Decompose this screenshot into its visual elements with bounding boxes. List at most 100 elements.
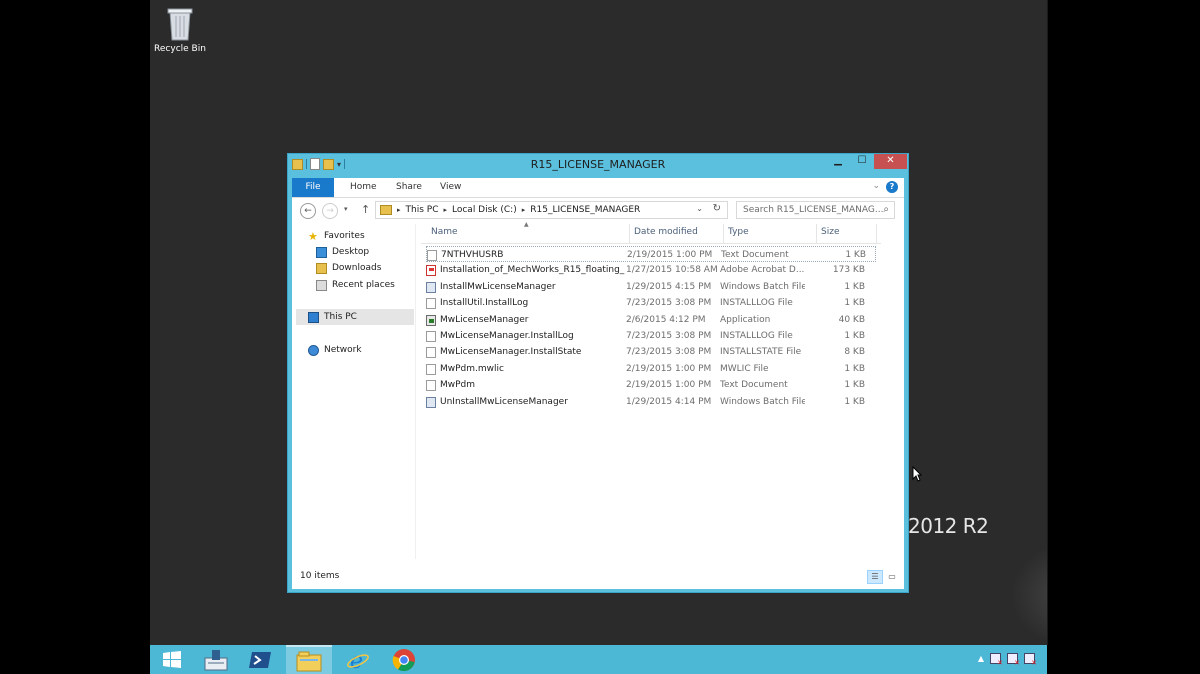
file-row[interactable]: MwLicenseManager.InstallState 7/23/2015 3… xyxy=(426,344,876,360)
taskbar-chrome[interactable] xyxy=(382,645,426,674)
file-type: Text Document xyxy=(720,380,788,391)
status-bar: 10 items ☰ ▭ xyxy=(292,564,904,589)
refresh-icon[interactable]: ↻ xyxy=(713,203,721,214)
nav-network[interactable]: Network xyxy=(308,342,362,358)
file-size: 8 KB xyxy=(844,347,865,358)
breadcrumb-local-disk[interactable]: Local Disk (C:) xyxy=(452,205,517,215)
explorer-content: ← → ▾ ↑ ▸ This PC ▸ Local Disk (C:) ▸ R1… xyxy=(292,198,904,589)
file-type: INSTALLLOG File xyxy=(720,331,793,341)
taskbar-server-manager[interactable] xyxy=(194,645,238,674)
os-edition-watermark: 2012 R2 xyxy=(908,514,989,538)
file-size: 1 KB xyxy=(844,331,865,341)
file-row[interactable]: MwPdm 2/19/2015 1:00 PM Text Document 1 KB xyxy=(426,377,876,393)
column-divider[interactable] xyxy=(723,224,724,244)
powershell-icon xyxy=(249,651,271,668)
file-type: INSTALLLOG File xyxy=(720,298,793,309)
back-button[interactable]: ← xyxy=(300,203,316,219)
file-name: MwLicenseManager xyxy=(440,314,529,325)
file-type: Windows Batch File xyxy=(720,396,805,407)
taskbar-file-explorer[interactable] xyxy=(286,645,332,674)
breadcrumb-separator[interactable]: ▸ xyxy=(443,206,447,214)
up-button[interactable]: ↑ xyxy=(361,203,370,216)
expand-ribbon-icon[interactable]: ⌄ xyxy=(872,181,880,191)
volume-icon[interactable] xyxy=(1024,653,1037,667)
tab-home[interactable]: Home xyxy=(340,178,387,197)
action-center-icon[interactable] xyxy=(990,653,1003,667)
column-type[interactable]: Type xyxy=(728,227,749,237)
file-size: 1 KB xyxy=(844,281,865,292)
address-bar[interactable]: ▸ This PC ▸ Local Disk (C:) ▸ R15_LICENS… xyxy=(375,201,728,219)
start-button[interactable] xyxy=(150,645,194,674)
nav-downloads[interactable]: Downloads xyxy=(316,260,381,276)
minimize-button[interactable]: ▁ xyxy=(826,154,850,169)
column-size[interactable]: Size xyxy=(821,227,839,237)
file-size: 173 KB xyxy=(832,265,865,276)
file-row[interactable]: MwPdm.mwlic 2/19/2015 1:00 PM MWLIC File 1 … xyxy=(426,361,876,377)
tab-share[interactable]: Share xyxy=(386,178,432,197)
breadcrumb-separator[interactable]: ▸ xyxy=(397,206,401,214)
breadcrumb-current-folder[interactable]: R15_LICENSE_MANAGER xyxy=(530,205,640,215)
text-file-icon xyxy=(426,380,436,392)
show-hidden-icons-button[interactable]: ▲ xyxy=(978,654,984,663)
address-dropdown-icon[interactable]: ⌄ xyxy=(696,204,703,213)
breadcrumb-separator[interactable]: ▸ xyxy=(522,206,526,214)
bat-file-icon xyxy=(426,281,436,293)
details-view-button[interactable]: ☰ xyxy=(867,570,883,584)
file-row[interactable]: InstallMwLicenseManager 1/29/2015 4:15 PM… xyxy=(426,279,876,295)
recycle-bin-shortcut[interactable]: Recycle Bin xyxy=(152,6,208,54)
taskbar-powershell[interactable] xyxy=(238,645,282,674)
file-name: UnInstallMwLicenseManager xyxy=(440,396,568,407)
column-divider[interactable] xyxy=(876,224,877,244)
text-file-icon xyxy=(426,363,436,375)
nav-this-pc-label: This PC xyxy=(324,312,357,322)
text-file-icon xyxy=(427,250,437,261)
file-name: InstallUtil.InstallLog xyxy=(440,298,529,309)
maximize-button[interactable]: ☐ xyxy=(850,154,874,169)
recycle-bin-label: Recycle Bin xyxy=(154,44,206,54)
tab-view[interactable]: View xyxy=(430,178,471,197)
breadcrumb-this-pc[interactable]: This PC xyxy=(406,205,439,215)
column-name[interactable]: Name xyxy=(431,227,458,237)
ribbon-tabs: File Home Share View ⌄ ? xyxy=(292,178,904,198)
desktop-glow xyxy=(1010,540,1047,645)
tab-file[interactable]: File xyxy=(292,178,334,197)
file-date: 2/6/2015 4:12 PM xyxy=(626,314,706,325)
recent-places-icon xyxy=(316,279,327,291)
search-icon[interactable]: ⌕ xyxy=(883,202,889,218)
file-row[interactable]: MwLicenseManager.InstallLog 7/23/2015 3:0… xyxy=(426,328,876,344)
column-date-modified[interactable]: Date modified xyxy=(634,227,698,237)
nav-this-pc[interactable]: This PC xyxy=(296,309,414,325)
close-button[interactable]: ✕ xyxy=(874,154,907,169)
system-tray: ▲ xyxy=(978,653,1037,667)
navigation-bar: ← → ▾ ↑ ▸ This PC ▸ Local Disk (C:) ▸ R1… xyxy=(292,198,904,224)
nav-favorites[interactable]: ★ Favorites xyxy=(308,228,365,244)
column-headers: ▲ Name Date modified Type Size xyxy=(421,221,881,244)
nav-favorites-label: Favorites xyxy=(324,231,365,241)
pdf-file-icon xyxy=(426,265,436,277)
network-status-icon[interactable] xyxy=(1007,653,1020,667)
search-input[interactable]: Search R15_LICENSE_MANAG... ⌕ xyxy=(736,201,895,219)
forward-button[interactable]: → xyxy=(322,203,338,219)
large-icons-view-button[interactable]: ▭ xyxy=(884,570,900,584)
file-row[interactable]: Installation_of_MechWorks_R15_floating_.… xyxy=(426,262,876,278)
recent-locations-button[interactable]: ▾ xyxy=(344,205,348,213)
file-row[interactable]: MwLicenseManager 2/6/2015 4:12 PM Applicat… xyxy=(426,312,876,328)
explorer-window[interactable]: ▾ R15_LICENSE_MANAGER ▁ ☐ ✕ File Home Sh… xyxy=(287,153,909,593)
nav-desktop[interactable]: Desktop xyxy=(316,244,369,260)
file-row[interactable]: InstallUtil.InstallLog 7/23/2015 3:08 PM I… xyxy=(426,295,876,311)
file-date: 2/19/2015 1:00 PM xyxy=(627,250,713,260)
file-date: 1/29/2015 4:14 PM xyxy=(626,396,712,407)
title-bar[interactable]: ▾ R15_LICENSE_MANAGER ▁ ☐ ✕ xyxy=(288,154,908,176)
text-file-icon xyxy=(426,298,436,310)
file-name: MwPdm.mwlic xyxy=(440,363,504,374)
file-row[interactable]: 7NTHVHUSRB 2/19/2015 1:00 PM Text Document… xyxy=(426,246,876,262)
help-icon[interactable]: ? xyxy=(886,181,898,193)
column-divider[interactable] xyxy=(629,224,630,244)
file-name: MwLicenseManager.InstallState xyxy=(440,347,582,358)
taskbar-internet-explorer[interactable]: e xyxy=(336,645,380,674)
column-divider[interactable] xyxy=(816,224,817,244)
file-row[interactable]: UnInstallMwLicenseManager 1/29/2015 4:14 … xyxy=(426,394,876,410)
file-date: 7/23/2015 3:08 PM xyxy=(626,331,712,341)
file-size: 40 KB xyxy=(838,314,865,325)
nav-recent-places[interactable]: Recent places xyxy=(316,277,395,293)
